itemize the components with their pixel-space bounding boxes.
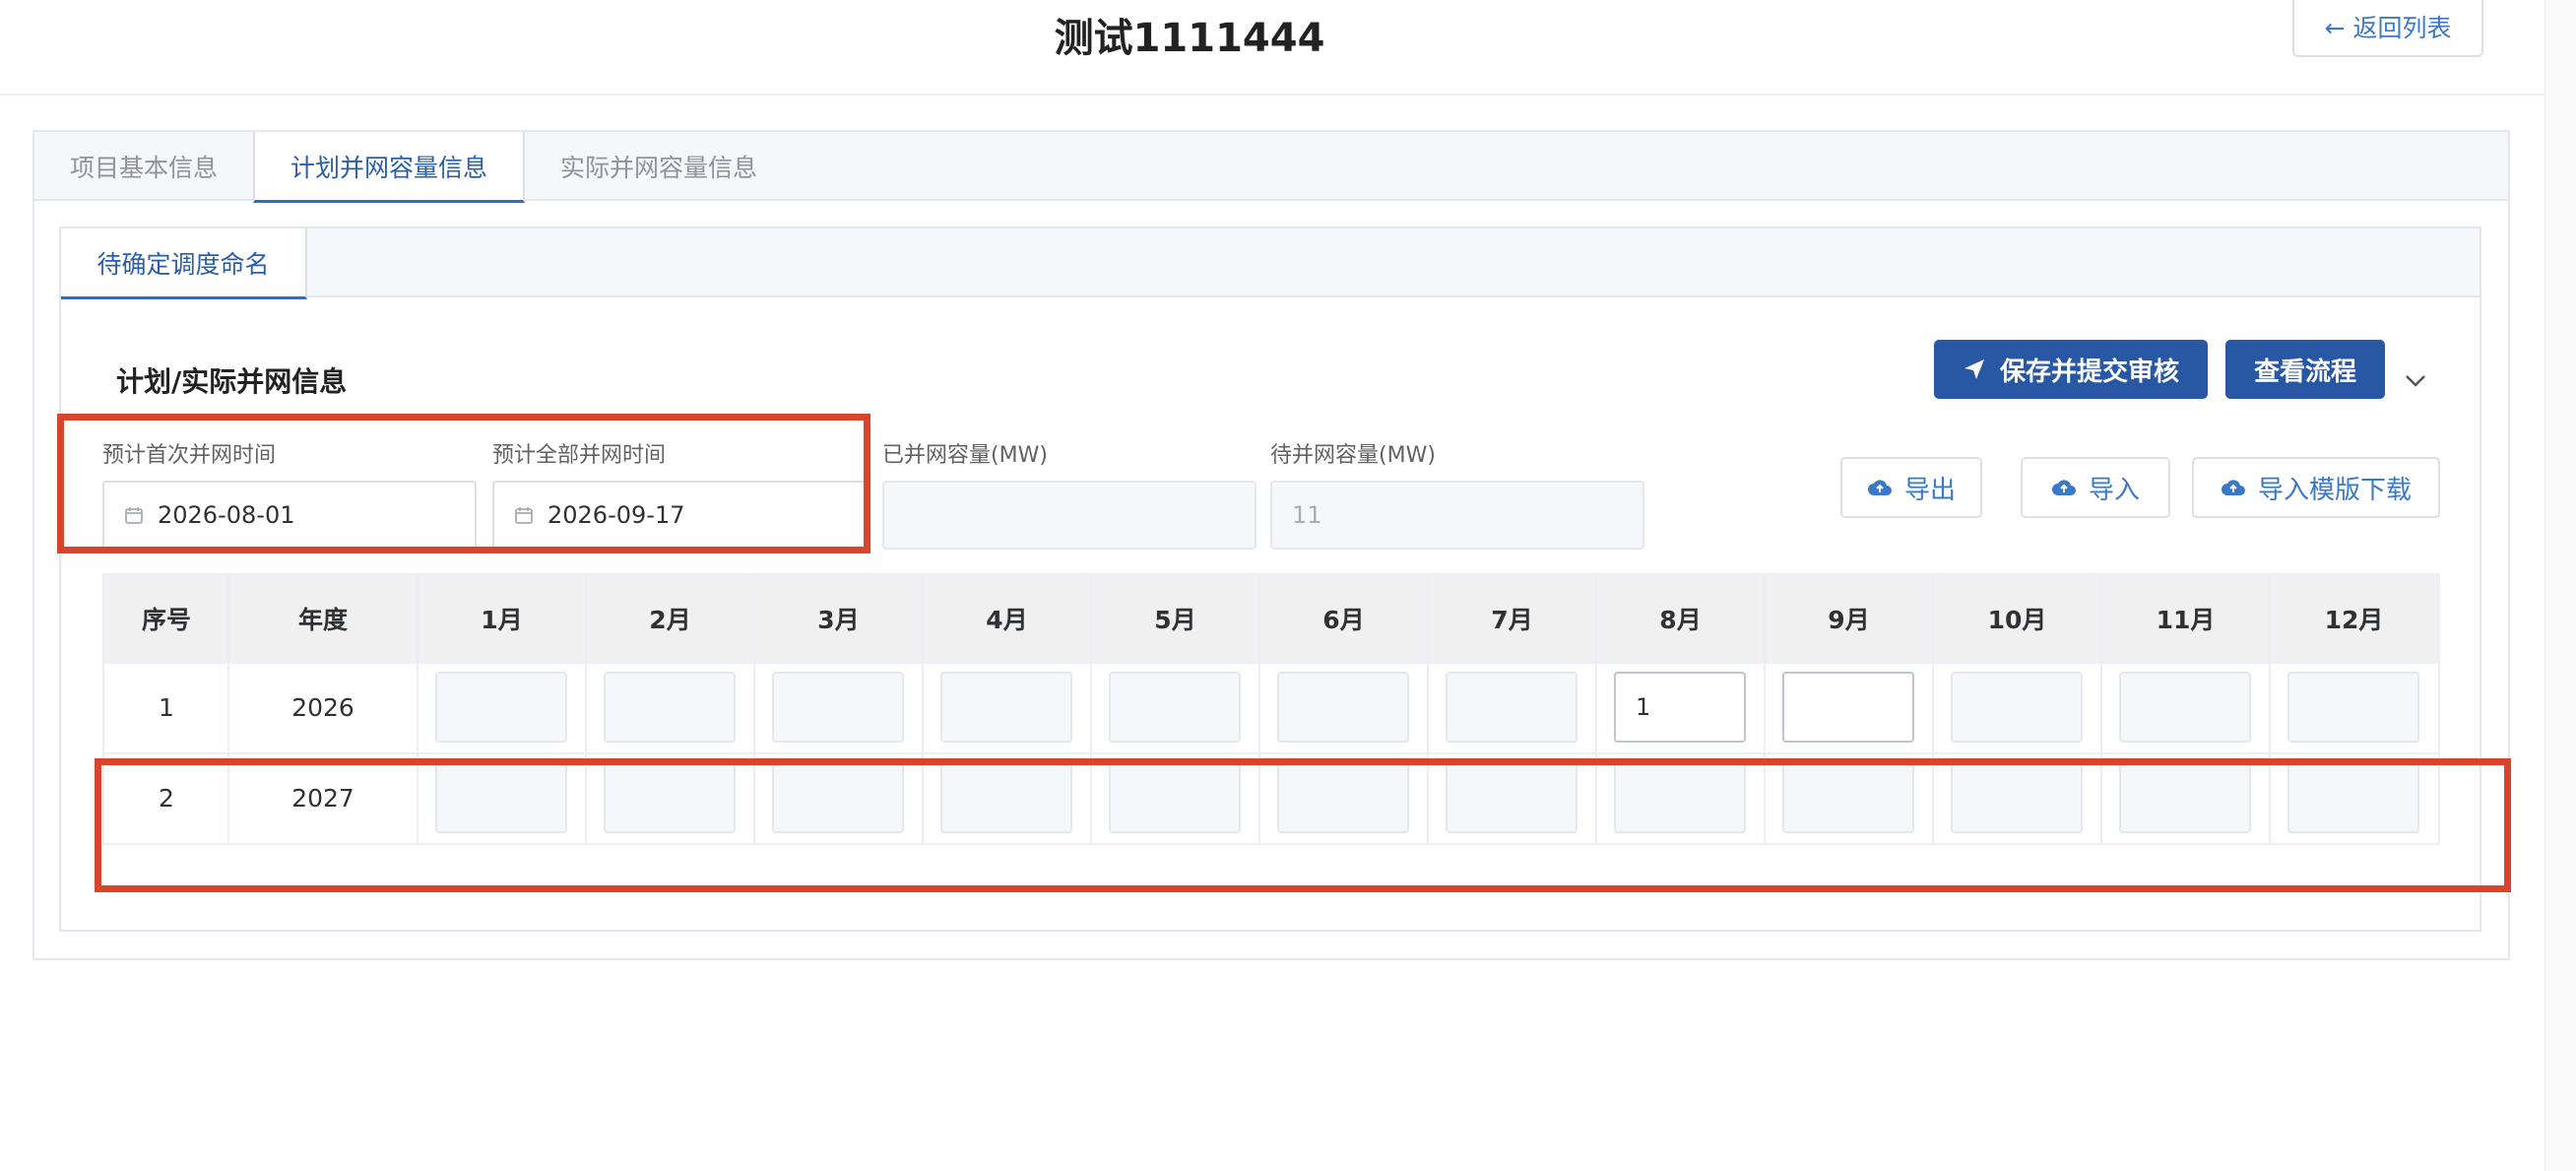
page-title: 测试1111444: [1054, 16, 1325, 61]
month-6-input[interactable]: [1277, 672, 1409, 743]
month-1-input[interactable]: [435, 672, 567, 743]
row-year-cell: 2026: [291, 692, 354, 722]
table-header-cell: 12月: [2324, 606, 2384, 634]
export-button[interactable]: 导出: [1840, 457, 1982, 518]
import-button[interactable]: 导入: [2021, 457, 2170, 518]
month-12-input[interactable]: [2287, 672, 2419, 743]
export-label: 导出: [1903, 475, 1956, 505]
cloud-upload-icon: [1867, 480, 1892, 495]
tab-actual-capacity[interactable]: 实际并网容量信息: [525, 132, 793, 201]
tab-basic-info[interactable]: 项目基本信息: [34, 132, 253, 201]
main-tabs: 项目基本信息 计划并网容量信息 实际并网容量信息: [34, 132, 2508, 203]
month-3-input[interactable]: [772, 672, 904, 743]
table-header-cell: 5月: [1154, 606, 1196, 634]
table-header-cell: 序号: [141, 606, 191, 634]
month-11-input[interactable]: [2119, 672, 2251, 743]
table-header-cell: 2月: [649, 606, 691, 634]
pending-capacity-label: 待并网容量(MW): [1270, 443, 1436, 468]
connected-capacity-label: 已并网容量(MW): [882, 443, 1048, 468]
send-icon: [1964, 359, 1984, 379]
view-flow-button[interactable]: 查看流程: [2225, 340, 2385, 399]
page: 测试1111444 ← 返回列表 项目基本信息 计划并网容量信息 实际并网容量信…: [0, 0, 2576, 1171]
table-header-cell: 3月: [817, 606, 860, 634]
month-8-input[interactable]: 1: [1614, 672, 1746, 743]
back-to-list-button[interactable]: ← 返回列表: [2292, 0, 2483, 57]
section-title: 计划/实际并网信息: [116, 365, 348, 398]
tab-planned-capacity[interactable]: 计划并网容量信息: [253, 132, 526, 203]
table-header-cell: 6月: [1322, 606, 1365, 634]
pending-capacity-input[interactable]: 11: [1270, 481, 1644, 550]
table-header-cell: 10月: [1987, 606, 2047, 634]
row-divider: [104, 752, 2438, 754]
page-scrollbar[interactable]: [2544, 0, 2576, 1171]
highlight-row-2027: [95, 758, 2511, 892]
table-header-cell: 年度: [297, 606, 348, 634]
subtab-pending-name[interactable]: 待确定调度命名: [61, 228, 307, 299]
row-index-cell: 1: [159, 692, 174, 722]
table-header-cell: 11月: [2156, 606, 2216, 634]
highlight-date-fields: [57, 414, 870, 553]
month-2-input[interactable]: [604, 672, 736, 743]
template-download-label: 导入模版下载: [2257, 475, 2412, 505]
save-submit-label: 保存并提交审核: [1999, 357, 2179, 387]
month-5-input[interactable]: [1109, 672, 1241, 743]
row-divider: [104, 662, 2438, 664]
month-7-input[interactable]: [1446, 672, 1578, 743]
connected-capacity-input[interactable]: [882, 481, 1256, 550]
table-header-cell: 4月: [986, 606, 1028, 634]
pending-capacity-value: 11: [1292, 501, 1322, 529]
back-label: ← 返回列表: [2324, 14, 2452, 42]
table-header-cell: 1月: [481, 606, 523, 634]
sub-tabs: 待确定调度命名: [61, 228, 2479, 299]
table-header-cell: 9月: [1828, 606, 1870, 634]
save-submit-button[interactable]: 保存并提交审核: [1934, 340, 2208, 399]
table-header-cell: 8月: [1659, 606, 1702, 634]
page-header: 测试1111444 ← 返回列表: [0, 0, 2544, 96]
month-9-input[interactable]: [1782, 672, 1914, 743]
table-header-cell: 7月: [1491, 606, 1533, 634]
chevron-down-icon[interactable]: [2401, 366, 2430, 396]
month-10-input[interactable]: [1951, 672, 2083, 743]
import-label: 导入: [2088, 475, 2140, 505]
month-4-input[interactable]: [940, 672, 1072, 743]
view-flow-label: 查看流程: [2253, 357, 2356, 387]
template-download-button[interactable]: 导入模版下载: [2192, 457, 2440, 518]
cloud-upload-icon: [2221, 480, 2245, 495]
cloud-upload-icon: [2051, 480, 2076, 495]
